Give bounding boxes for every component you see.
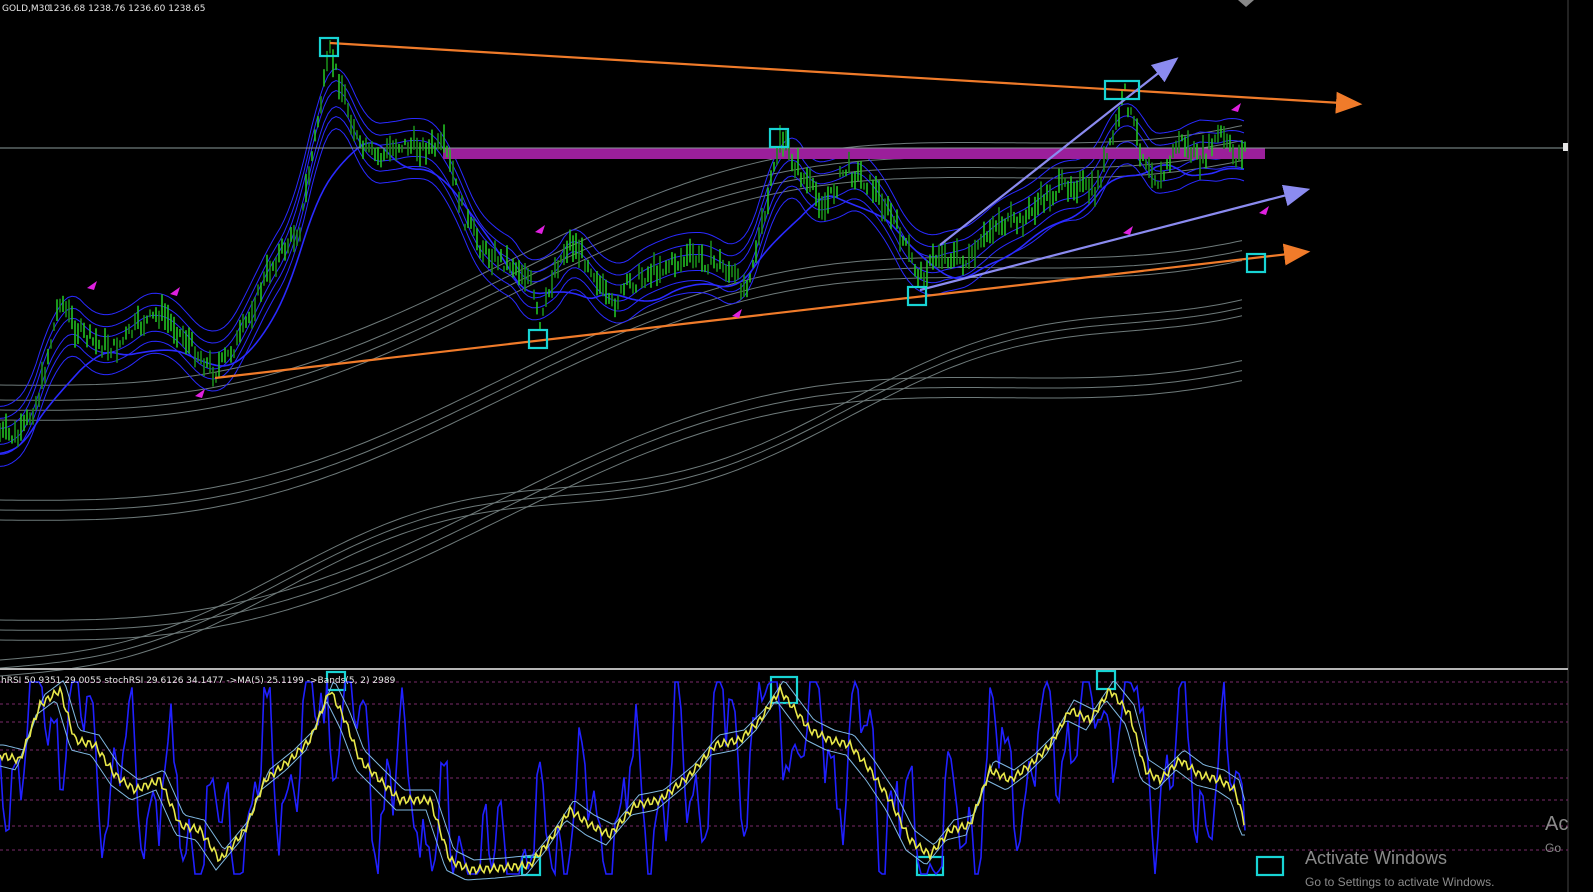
subwindow-indicator-label: hRSI 50.9351 29.0055 stochRSI 29.6126 34… — [1, 676, 396, 686]
symbol-label: GOLD,M30 — [2, 4, 50, 14]
resistance-zone — [443, 148, 1265, 159]
chart-background — [0, 0, 1593, 892]
price-tag — [1563, 143, 1568, 151]
activate-windows-title: Activate Windows — [1305, 848, 1447, 868]
activate-windows-subtitle: Go to Settings to activate Windows. — [1305, 875, 1494, 889]
trading-chart[interactable]: GOLD,M30 1236.68 1238.76 1236.60 1238.65… — [0, 0, 1593, 892]
watermark-edge-small: Go — [1545, 841, 1561, 855]
watermark-edge-big: Ac — [1545, 813, 1568, 835]
ohlc-values: 1236.68 1238.76 1236.60 1238.65 — [48, 4, 205, 14]
